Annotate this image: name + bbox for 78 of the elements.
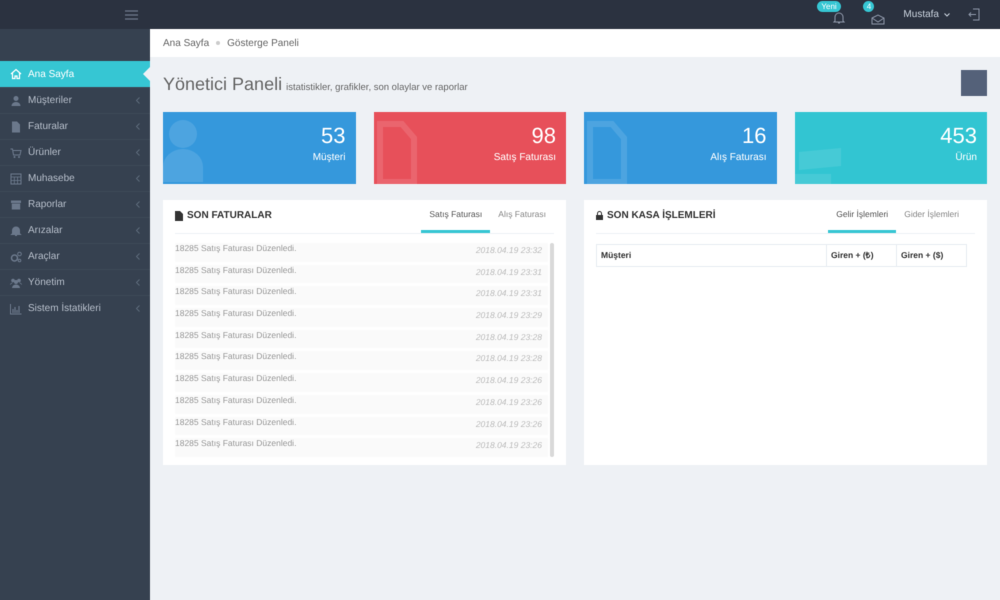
chevron-left-icon bbox=[136, 279, 140, 286]
sidebar-item[interactable]: Raporlar bbox=[0, 191, 150, 217]
archive-icon bbox=[10, 198, 22, 210]
document-icon bbox=[175, 210, 183, 220]
sidebar-item[interactable]: Ürünler bbox=[0, 139, 150, 165]
gears-icon bbox=[10, 250, 22, 262]
page-subtitle: istatistikler, grafikler, son olaylar ve raporlar bbox=[286, 81, 468, 95]
menu-icon[interactable] bbox=[125, 10, 138, 20]
activity-row[interactable]: 18285 Satış Faturası Düzenledi. 2018.04.19 23:26 bbox=[175, 416, 548, 436]
chevron-left-icon bbox=[136, 175, 140, 182]
user-menu[interactable]: Mustafa bbox=[903, 7, 950, 22]
chevron-left-icon bbox=[136, 97, 140, 104]
stat-value: 98 bbox=[532, 124, 556, 148]
stat-label: Ürün bbox=[955, 150, 977, 165]
stat-value: 453 bbox=[940, 124, 977, 148]
stat-card[interactable]: 53 Müşteri bbox=[163, 112, 356, 184]
user-icon bbox=[10, 94, 22, 106]
calculator-icon bbox=[10, 172, 22, 184]
sidebar-item[interactable]: Yönetim bbox=[0, 269, 150, 295]
activity-row[interactable]: 18285 Satış Faturası Düzenledi. 2018.04.19 23:26 bbox=[175, 373, 548, 392]
breadcrumb-separator-icon bbox=[216, 41, 220, 45]
sidebar-item[interactable]: Muhasebe bbox=[0, 165, 150, 191]
activity-row[interactable]: 18285 Satış Faturası Düzenledi. 2018.04.19 23:28 bbox=[175, 330, 548, 348]
logout-icon[interactable] bbox=[968, 8, 980, 21]
chevron-left-icon bbox=[136, 227, 140, 234]
lock-icon bbox=[596, 211, 603, 220]
stat-label: Müşteri bbox=[312, 151, 346, 165]
activity-row[interactable]: 18285 Satış Faturası Düzenledi. 2018.04.19 23:26 bbox=[175, 438, 548, 457]
activity-row[interactable]: 18285 Satış Faturası Düzenledi. 2018.04.19 23:26 bbox=[175, 394, 548, 414]
chevron-down-icon bbox=[944, 12, 950, 16]
column-header: Müşteri bbox=[600, 249, 632, 262]
chevron-left-icon bbox=[136, 253, 140, 260]
chevron-left-icon bbox=[136, 305, 140, 312]
sidebar-item[interactable]: Sistem İstatikleri bbox=[0, 295, 150, 321]
bell-icon[interactable] bbox=[833, 10, 846, 24]
home-icon bbox=[10, 68, 22, 80]
box-watermark-icon bbox=[794, 148, 840, 184]
activity-row[interactable]: 18285 Satış Faturası Düzenledi. 2018.04.19 23:31 bbox=[175, 264, 548, 284]
tab[interactable]: Gelir İşlemleri bbox=[828, 208, 896, 233]
stat-label: Alış Faturası bbox=[710, 151, 766, 165]
tab[interactable]: Gider İşlemleri bbox=[896, 208, 967, 233]
activity-row[interactable]: 18285 Satış Faturası Düzenledi. 2018.04.19 23:32 bbox=[175, 243, 548, 262]
notification-badge: Yeni bbox=[817, 0, 841, 12]
panel-title: SON FATURALAR bbox=[187, 209, 272, 223]
sidebar-item[interactable]: Arızalar bbox=[0, 217, 150, 243]
envelope-icon[interactable] bbox=[871, 14, 886, 24]
sidebar-item[interactable]: Ana Sayfa bbox=[0, 61, 150, 87]
tab[interactable]: Alış Faturası bbox=[490, 208, 554, 233]
message-badge: 4 bbox=[863, 0, 874, 12]
stat-card[interactable]: 453 Ürün bbox=[794, 112, 987, 184]
stat-label: Satış Faturası bbox=[494, 151, 556, 165]
activity-row[interactable]: 18285 Satış Faturası Düzenledi. 2018.04.19 23:29 bbox=[175, 308, 548, 327]
breadcrumb-current: Gösterge Paneli bbox=[227, 36, 299, 50]
sidebar-item[interactable]: Araçlar bbox=[0, 243, 150, 269]
column-header: Giren + (₺) bbox=[826, 245, 896, 266]
page-title: Yönetici Paneli bbox=[163, 73, 282, 96]
sidebar-item[interactable]: Faturalar bbox=[0, 113, 150, 139]
sidebar-item[interactable]: Müşteriler bbox=[0, 87, 150, 113]
chevron-left-icon bbox=[136, 123, 140, 130]
tab[interactable]: Satış Faturası bbox=[421, 208, 490, 233]
scrollbar[interactable] bbox=[550, 243, 554, 457]
chevron-left-icon bbox=[136, 201, 140, 208]
stat-value: 53 bbox=[321, 124, 346, 148]
cart-icon bbox=[10, 146, 22, 158]
activity-row[interactable]: 18285 Satış Faturası Düzenledi. 2018.04.19 23:28 bbox=[175, 351, 548, 370]
stat-card[interactable]: 98 Satış Faturası bbox=[374, 112, 566, 184]
chevron-left-icon bbox=[136, 149, 140, 156]
file-icon bbox=[10, 120, 22, 132]
users-icon bbox=[10, 276, 22, 288]
activity-row[interactable]: 18285 Satış Faturası Düzenledi. 2018.04.19 23:31 bbox=[175, 286, 548, 306]
bell-icon bbox=[10, 224, 22, 236]
stat-card[interactable]: 16 Alış Faturası bbox=[584, 112, 776, 184]
column-header: Giren + ($) bbox=[896, 245, 966, 266]
chart-icon bbox=[10, 302, 22, 314]
stat-value: 16 bbox=[742, 124, 766, 148]
breadcrumb-link[interactable]: Ana Sayfa bbox=[163, 36, 210, 50]
panel-title: SON KASA İŞLEMLERİ bbox=[607, 208, 716, 223]
active-notch-icon bbox=[143, 67, 150, 81]
